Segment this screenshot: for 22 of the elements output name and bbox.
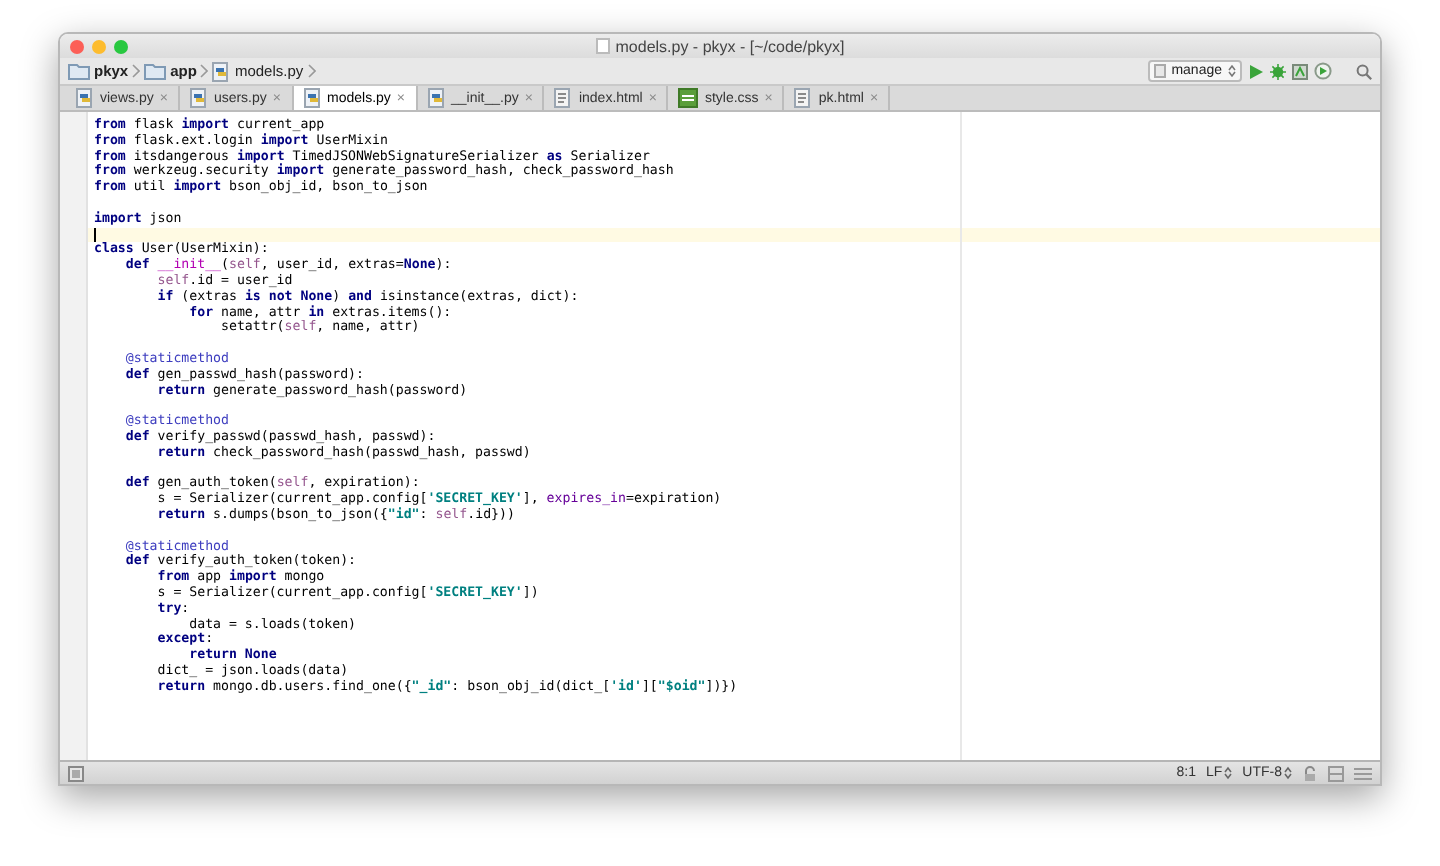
close-window-button[interactable] bbox=[70, 39, 84, 53]
css-file-icon bbox=[678, 88, 699, 108]
document-icon bbox=[595, 38, 610, 54]
lock-icon[interactable] bbox=[1302, 765, 1318, 781]
bug-icon[interactable] bbox=[1270, 63, 1286, 79]
window-title: models.py - pkyx - [~/code/pkyx] bbox=[615, 37, 845, 55]
maximize-window-button[interactable] bbox=[114, 39, 128, 53]
text-cursor bbox=[94, 227, 96, 243]
search-icon[interactable] bbox=[1356, 63, 1372, 79]
updown-caret-icon bbox=[1284, 766, 1292, 780]
chevron-right-icon bbox=[307, 64, 316, 78]
profile-icon[interactable] bbox=[1314, 62, 1332, 80]
run-icon[interactable] bbox=[1248, 63, 1264, 79]
inspector-icon[interactable] bbox=[1328, 765, 1344, 781]
coverage-icon[interactable] bbox=[1292, 63, 1308, 79]
event-log-icon[interactable] bbox=[1354, 765, 1372, 781]
chevron-right-icon bbox=[200, 64, 209, 78]
updown-caret-icon bbox=[1228, 64, 1236, 78]
chevron-right-icon bbox=[132, 64, 141, 78]
updown-caret-icon bbox=[1224, 766, 1233, 780]
minimize-window-button[interactable] bbox=[92, 39, 106, 53]
tool-windows-icon[interactable] bbox=[68, 765, 84, 781]
